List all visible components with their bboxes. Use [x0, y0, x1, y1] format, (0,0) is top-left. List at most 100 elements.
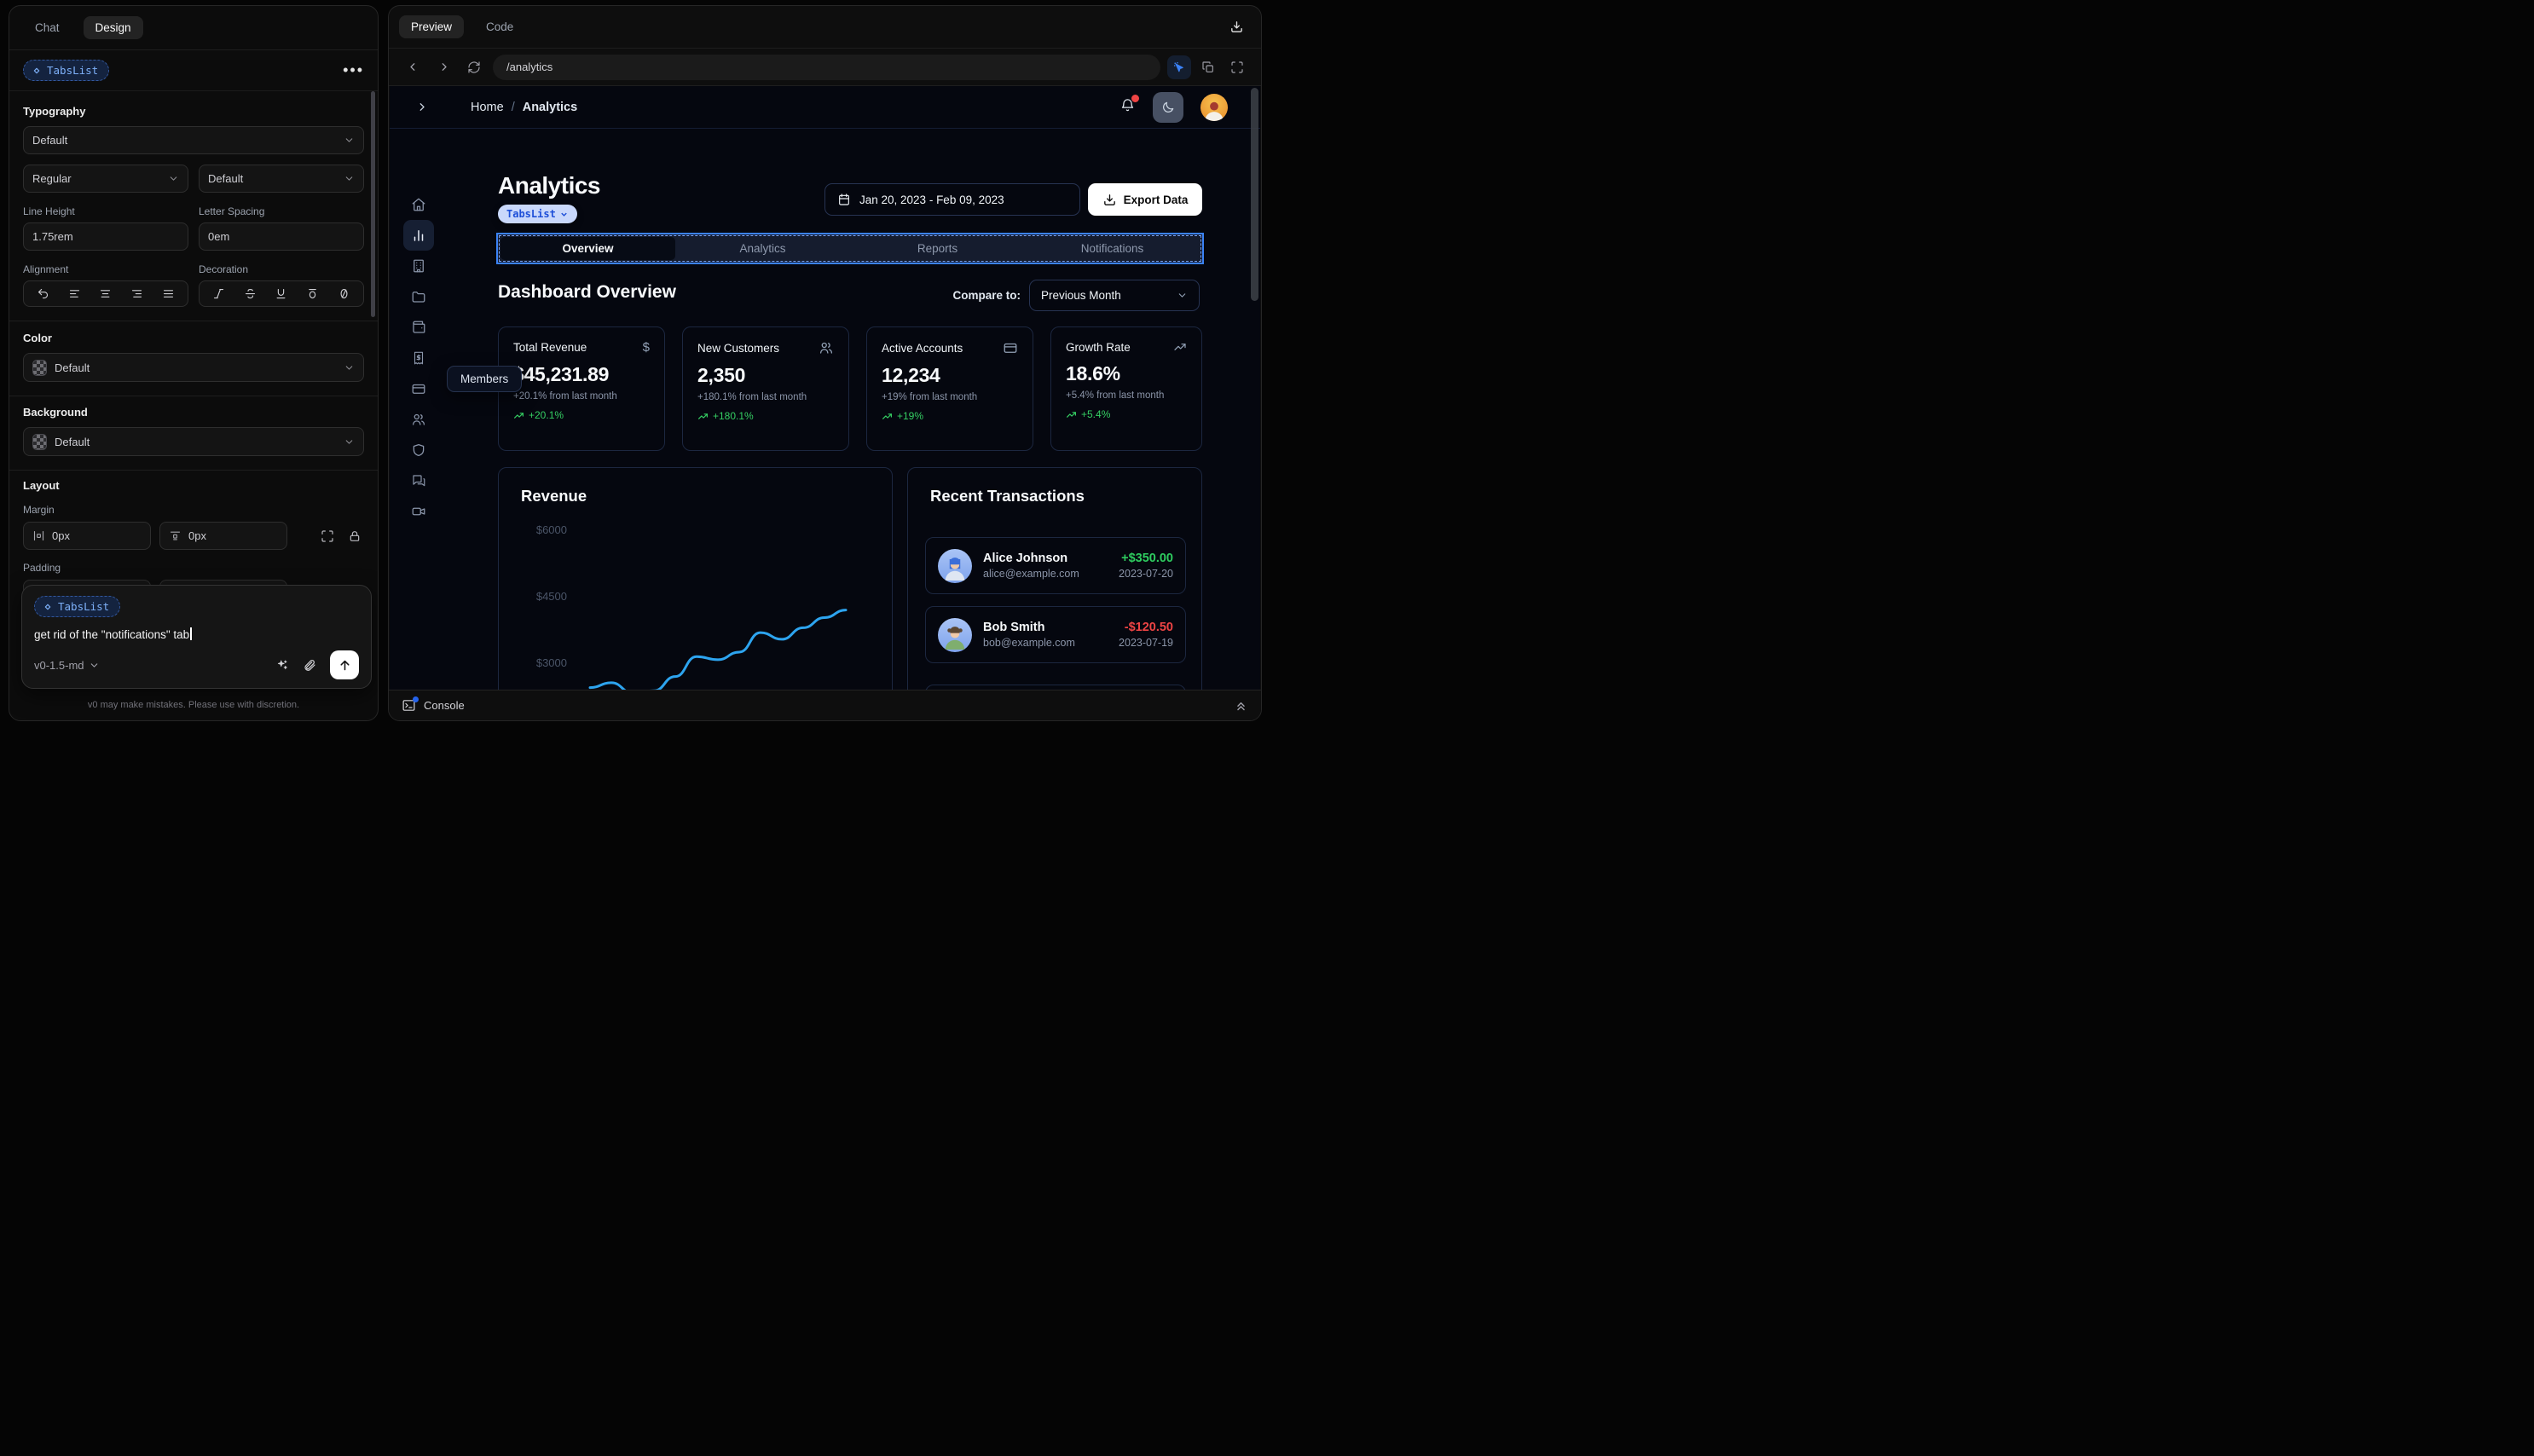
url-input[interactable]: /analytics — [493, 54, 1160, 80]
transaction-name: Alice Johnson — [983, 552, 1068, 565]
sparkles-icon[interactable] — [275, 658, 289, 673]
stat-card-growth-rate: Growth Rate 18.6% +5.4% from last month … — [1050, 326, 1202, 451]
tab-chat[interactable]: Chat — [23, 16, 72, 39]
inspect-cursor-button[interactable] — [1167, 55, 1191, 79]
align-left-icon[interactable] — [68, 287, 81, 300]
tab-code[interactable]: Code — [474, 15, 525, 38]
chevrons-up-icon[interactable] — [1234, 698, 1248, 713]
letter-spacing-input[interactable]: 0em — [199, 222, 364, 251]
sidebar-item-video[interactable] — [403, 496, 434, 527]
sidebar-item-messages[interactable] — [403, 465, 434, 496]
margin-x-input[interactable]: 0px — [23, 522, 151, 550]
margin-y-input[interactable]: 0px — [159, 522, 287, 550]
moon-icon — [1160, 100, 1176, 115]
italic-icon[interactable] — [212, 287, 225, 300]
expand-margin-button[interactable] — [318, 527, 337, 546]
notification-badge — [1131, 94, 1139, 102]
background-heading: Background — [23, 406, 88, 419]
sidebar-item-home[interactable] — [403, 189, 434, 220]
notifications-button[interactable] — [1119, 94, 1139, 118]
font-family-select[interactable]: Default — [23, 126, 364, 154]
stat-subtext: +5.4% from last month — [1066, 390, 1165, 401]
forward-button[interactable] — [431, 55, 455, 79]
dashboard-overview-heading: Dashboard Overview — [498, 282, 676, 302]
sidebar-item-security[interactable] — [403, 435, 434, 465]
tab-preview[interactable]: Preview — [399, 15, 465, 38]
download-icon[interactable] — [1229, 20, 1244, 34]
sidebar-item-analytics[interactable] — [403, 220, 434, 251]
undo-icon[interactable] — [37, 287, 49, 300]
background-select[interactable]: Default — [23, 427, 364, 456]
color-select[interactable]: Default — [23, 353, 364, 382]
compare-select[interactable]: Previous Month — [1029, 280, 1200, 311]
layout-heading: Layout — [23, 479, 60, 492]
sidebar-item-organization[interactable] — [403, 251, 434, 281]
letter-spacing-label: Letter Spacing — [199, 205, 265, 217]
fullscreen-button[interactable] — [1225, 55, 1249, 79]
sidebar-item-payments[interactable] — [403, 373, 434, 404]
download-icon — [1102, 193, 1117, 207]
chevron-down-icon — [344, 173, 355, 184]
transaction-row[interactable]: Bob Smith bob@example.com -$120.50 2023-… — [925, 606, 1186, 663]
chat-composer[interactable]: TabsList get rid of the "notifications" … — [21, 585, 372, 689]
transactions-title: Recent Transactions — [930, 487, 1085, 505]
padding-label: Padding — [23, 562, 61, 574]
chevron-down-icon — [1177, 290, 1188, 301]
align-right-icon[interactable] — [130, 287, 143, 300]
background-value: Default — [55, 435, 90, 448]
color-heading: Color — [23, 332, 52, 344]
font-size-value: Default — [208, 172, 244, 185]
theme-toggle-button[interactable] — [1153, 91, 1183, 123]
preview-scrollbar[interactable] — [1251, 88, 1258, 301]
stat-subtext: +20.1% from last month — [513, 391, 617, 402]
composer-input[interactable]: get rid of the "notifications" tab — [34, 627, 359, 641]
lock-margin-button[interactable] — [345, 527, 364, 546]
font-weight-select[interactable]: Regular — [23, 165, 188, 193]
back-button[interactable] — [401, 55, 425, 79]
console-badge — [413, 696, 419, 702]
more-options-button[interactable]: ••• — [343, 61, 364, 79]
margin-label: Margin — [23, 504, 55, 516]
date-range-picker[interactable]: Jan 20, 2023 - Feb 09, 2023 — [824, 183, 1080, 216]
sidebar-item-projects[interactable] — [403, 281, 434, 312]
align-center-icon[interactable] — [99, 287, 112, 300]
selected-component-label: TabsList — [47, 64, 99, 77]
tab-reports[interactable]: Reports — [850, 237, 1025, 260]
design-properties-panel: Chat Design TabsList ••• Typography Defa… — [9, 5, 379, 721]
left-panel-tabs: Chat Design — [9, 6, 378, 50]
strikethrough-icon[interactable] — [244, 287, 257, 300]
tab-design[interactable]: Design — [83, 16, 143, 39]
sidebar-item-invoices[interactable] — [403, 343, 434, 373]
sidebar-item-members[interactable] — [403, 404, 434, 435]
transaction-row[interactable]: Alice Johnson alice@example.com +$350.00… — [925, 537, 1186, 594]
console-bar[interactable]: Console — [389, 690, 1261, 720]
left-panel-scrollbar[interactable] — [371, 91, 375, 317]
tab-analytics[interactable]: Analytics — [675, 237, 850, 260]
font-size-select[interactable]: Default — [199, 165, 364, 193]
app-header: Home / Analytics — [390, 86, 1260, 129]
selection-label-chip[interactable]: TabsList — [498, 205, 577, 223]
color-value: Default — [55, 361, 90, 374]
overline-icon[interactable] — [306, 287, 319, 300]
sidebar-expand-icon[interactable] — [415, 101, 428, 113]
building-icon — [411, 258, 426, 274]
refresh-button[interactable] — [462, 55, 486, 79]
export-data-button[interactable]: Export Data — [1088, 183, 1202, 216]
align-justify-icon[interactable] — [162, 287, 175, 300]
date-range-value: Jan 20, 2023 - Feb 09, 2023 — [859, 193, 1004, 206]
attach-file-button[interactable] — [303, 658, 316, 672]
sidebar-item-wallet[interactable] — [403, 312, 434, 343]
tab-notifications[interactable]: Notifications — [1025, 237, 1200, 260]
line-height-input[interactable]: 1.75rem — [23, 222, 188, 251]
model-selector[interactable]: v0-1.5-md — [34, 659, 100, 672]
tab-overview[interactable]: Overview — [500, 237, 675, 260]
user-avatar[interactable] — [1200, 93, 1228, 121]
breadcrumb-home[interactable]: Home — [471, 101, 504, 114]
selected-component-chip[interactable]: TabsList — [23, 60, 110, 81]
send-button[interactable] — [330, 650, 359, 679]
underline-icon[interactable] — [275, 287, 287, 300]
no-decoration-icon[interactable] — [338, 287, 350, 300]
copy-button[interactable] — [1196, 55, 1220, 79]
composer-context-chip[interactable]: TabsList — [34, 596, 121, 617]
chevron-down-icon — [168, 173, 179, 184]
